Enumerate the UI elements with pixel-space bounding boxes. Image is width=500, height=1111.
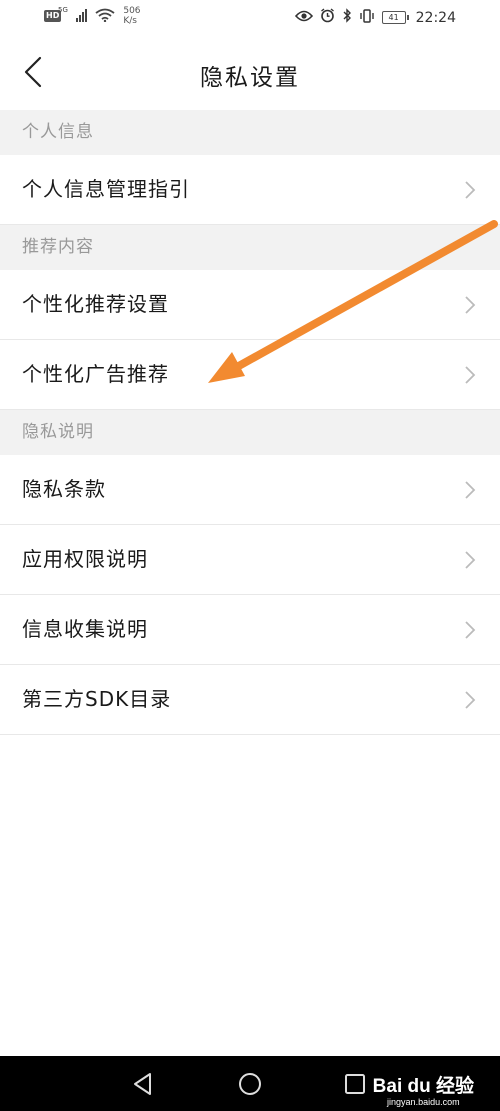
- row-personalized-ads[interactable]: 个性化广告推荐: [0, 340, 500, 410]
- row-label: 个性化推荐设置: [22, 292, 169, 316]
- wifi-icon: [95, 8, 115, 25]
- chevron-right-icon: [465, 621, 476, 639]
- section-header-recommended-content: 推荐内容: [0, 225, 500, 270]
- nav-recents-icon[interactable]: [340, 1069, 370, 1099]
- status-right: 41 22:24: [294, 8, 456, 27]
- status-bar: HD 5G 506 K/s 41 22:24: [0, 0, 500, 36]
- row-personal-info-guide[interactable]: 个人信息管理指引: [0, 155, 500, 225]
- chevron-right-icon: [465, 296, 476, 314]
- row-label: 隐私条款: [22, 477, 106, 501]
- section-header-privacy-notes: 隐私说明: [0, 410, 500, 455]
- speed-value: 506: [123, 6, 141, 16]
- system-nav-bar: Bai du 经验 jingyan.baidu.com: [0, 1056, 500, 1111]
- settings-list: 个人信息 个人信息管理指引 推荐内容 个性化推荐设置 个性化广告推荐 隐私说明 …: [0, 110, 500, 735]
- row-label: 个性化广告推荐: [22, 362, 169, 386]
- row-third-party-sdk[interactable]: 第三方SDK目录: [0, 665, 500, 735]
- nav-back-icon[interactable]: [128, 1069, 158, 1099]
- page-title: 隐私设置: [200, 65, 300, 91]
- row-app-permissions[interactable]: 应用权限说明: [0, 525, 500, 595]
- status-left: HD 5G 506 K/s: [44, 6, 141, 26]
- baidu-jingyan-watermark: Bai du 经验 jingyan.baidu.com: [372, 1076, 474, 1108]
- chevron-right-icon: [465, 691, 476, 709]
- watermark-main: Bai du 经验: [372, 1076, 474, 1097]
- battery-icon: 41: [381, 11, 409, 24]
- chevron-right-icon: [465, 551, 476, 569]
- speed-unit: K/s: [123, 16, 137, 26]
- battery-level: 41: [381, 11, 406, 24]
- eye-icon: [294, 10, 313, 26]
- watermark-sub: jingyan.baidu.com: [387, 1097, 460, 1107]
- alarm-icon: [320, 8, 335, 27]
- row-info-collection[interactable]: 信息收集说明: [0, 595, 500, 665]
- row-label: 第三方SDK目录: [22, 687, 172, 711]
- chevron-right-icon: [465, 366, 476, 384]
- status-time: 22:24: [415, 9, 456, 26]
- chevron-right-icon: [465, 481, 476, 499]
- row-label: 信息收集说明: [22, 617, 148, 641]
- nav-home-icon[interactable]: [235, 1069, 265, 1099]
- network-speed: 506 K/s: [123, 6, 140, 26]
- row-label: 应用权限说明: [22, 547, 148, 571]
- row-privacy-policy[interactable]: 隐私条款: [0, 455, 500, 525]
- network-type: 5G: [58, 6, 68, 14]
- chevron-right-icon: [465, 181, 476, 199]
- signal-icon: [67, 8, 89, 25]
- row-personalized-recommendation[interactable]: 个性化推荐设置: [0, 270, 500, 340]
- row-label: 个人信息管理指引: [22, 177, 190, 201]
- bluetooth-icon: [342, 8, 352, 27]
- vibrate-icon: [359, 8, 375, 27]
- section-header-personal-info: 个人信息: [0, 110, 500, 155]
- app-header: 隐私设置: [0, 36, 500, 110]
